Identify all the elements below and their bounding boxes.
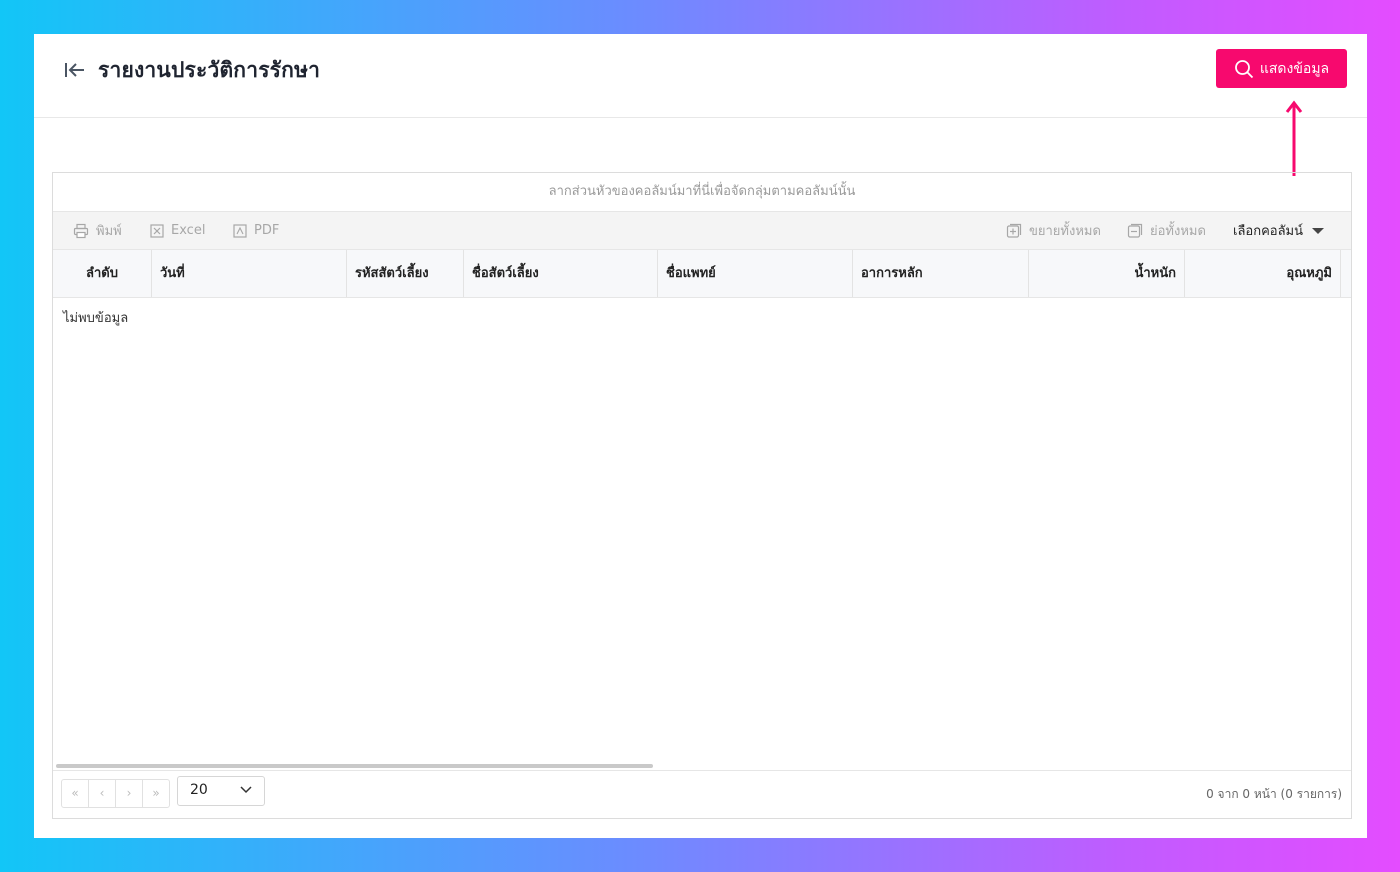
column-header-date[interactable]: วันที่ xyxy=(152,250,347,297)
no-data-message: ไม่พบข้อมูล xyxy=(63,311,129,326)
excel-label: Excel xyxy=(171,223,206,238)
excel-export-button[interactable]: Excel xyxy=(150,212,205,249)
show-data-button-label: แสดงข้อมูล xyxy=(1259,60,1330,77)
pdf-export-button[interactable]: PDF xyxy=(233,212,279,249)
first-page-button[interactable]: « xyxy=(62,780,89,807)
column-header-label: ลำดับ xyxy=(86,266,118,281)
report-card: รายงานประวัติการรักษา แสดงข้อมูล ลากส่วน… xyxy=(34,34,1367,838)
column-header-label: น้ำหนัก xyxy=(1134,266,1176,281)
page-info: 0 จาก 0 หน้า (0 รายการ) xyxy=(1206,787,1342,801)
pager-buttons: « ‹ › » xyxy=(61,779,170,808)
column-header-label: ชื่อสัตว์เลี้ยง xyxy=(472,266,539,281)
search-icon xyxy=(1234,59,1253,78)
column-header-temperature[interactable]: อุณหภูมิ xyxy=(1185,250,1341,297)
grid-footer: « ‹ › » 20 0 จาก 0 หน้า (0 รายการ) xyxy=(53,770,1351,818)
dropdown-caret-icon xyxy=(1312,227,1325,234)
treatment-history-grid: ลากส่วนหัวของคอลัมน์มาที่นี่เพื่อจัดกลุ่… xyxy=(52,172,1352,819)
group-panel[interactable]: ลากส่วนหัวของคอลัมน์มาที่นี่เพื่อจัดกลุ่… xyxy=(53,173,1351,212)
print-icon xyxy=(73,223,89,238)
pdf-icon xyxy=(233,223,247,238)
collapse-all-label: ย่อทั้งหมด xyxy=(1150,224,1206,239)
grid-toolbar: พิมพ์ Excel PDF ขยายทั้งหมด ย่อทั้งหมด เ… xyxy=(53,212,1351,250)
page-header: รายงานประวัติการรักษา แสดงข้อมูล xyxy=(34,34,1367,118)
excel-icon xyxy=(150,223,164,238)
column-header-label: อุณหภูมิ xyxy=(1286,266,1332,281)
pdf-label: PDF xyxy=(254,223,280,238)
expand-icon xyxy=(1006,223,1022,238)
horizontal-scrollbar[interactable] xyxy=(56,764,653,768)
back-icon[interactable] xyxy=(64,60,86,80)
expand-all-label: ขยายทั้งหมด xyxy=(1029,224,1101,239)
next-page-button[interactable]: › xyxy=(116,780,143,807)
expand-all-button[interactable]: ขยายทั้งหมด xyxy=(1006,212,1101,249)
column-header-label: รหัสสัตว์เลี้ยง xyxy=(355,266,429,281)
print-label: พิมพ์ xyxy=(96,224,122,239)
column-header-weight[interactable]: น้ำหนัก xyxy=(1029,250,1185,297)
collapse-icon xyxy=(1127,223,1143,238)
page-size-value: 20 xyxy=(190,782,208,798)
column-chooser-label: เลือกคอลัมน์ xyxy=(1233,224,1304,239)
column-header-doctor-name[interactable]: ชื่อแพทย์ xyxy=(658,250,853,297)
prev-page-button[interactable]: ‹ xyxy=(89,780,116,807)
page-title: รายงานประวัติการรักษา xyxy=(98,58,321,82)
column-header-row: ลำดับ วันที่ รหัสสัตว์เลี้ยง ชื่อสัตว์เล… xyxy=(53,250,1351,298)
chevron-down-icon xyxy=(240,786,252,794)
column-header-order[interactable]: ลำดับ xyxy=(53,250,152,297)
column-header-main-symptom[interactable]: อาการหลัก xyxy=(853,250,1029,297)
column-header-label: อาการหลัก xyxy=(861,266,923,281)
collapse-all-button[interactable]: ย่อทั้งหมด xyxy=(1127,212,1206,249)
show-data-button[interactable]: แสดงข้อมูล xyxy=(1216,49,1347,88)
column-header-label: วันที่ xyxy=(160,266,185,281)
column-header-pet-name[interactable]: ชื่อสัตว์เลี้ยง xyxy=(464,250,658,297)
column-header-label: ชื่อแพทย์ xyxy=(666,266,716,281)
column-chooser-button[interactable]: เลือกคอลัมน์ xyxy=(1233,212,1326,249)
up-arrow-icon xyxy=(1285,100,1303,176)
print-button[interactable]: พิมพ์ xyxy=(73,212,122,249)
last-page-button[interactable]: » xyxy=(143,780,169,807)
page-size-select[interactable]: 20 xyxy=(177,776,265,806)
column-header-pet-id[interactable]: รหัสสัตว์เลี้ยง xyxy=(347,250,464,297)
